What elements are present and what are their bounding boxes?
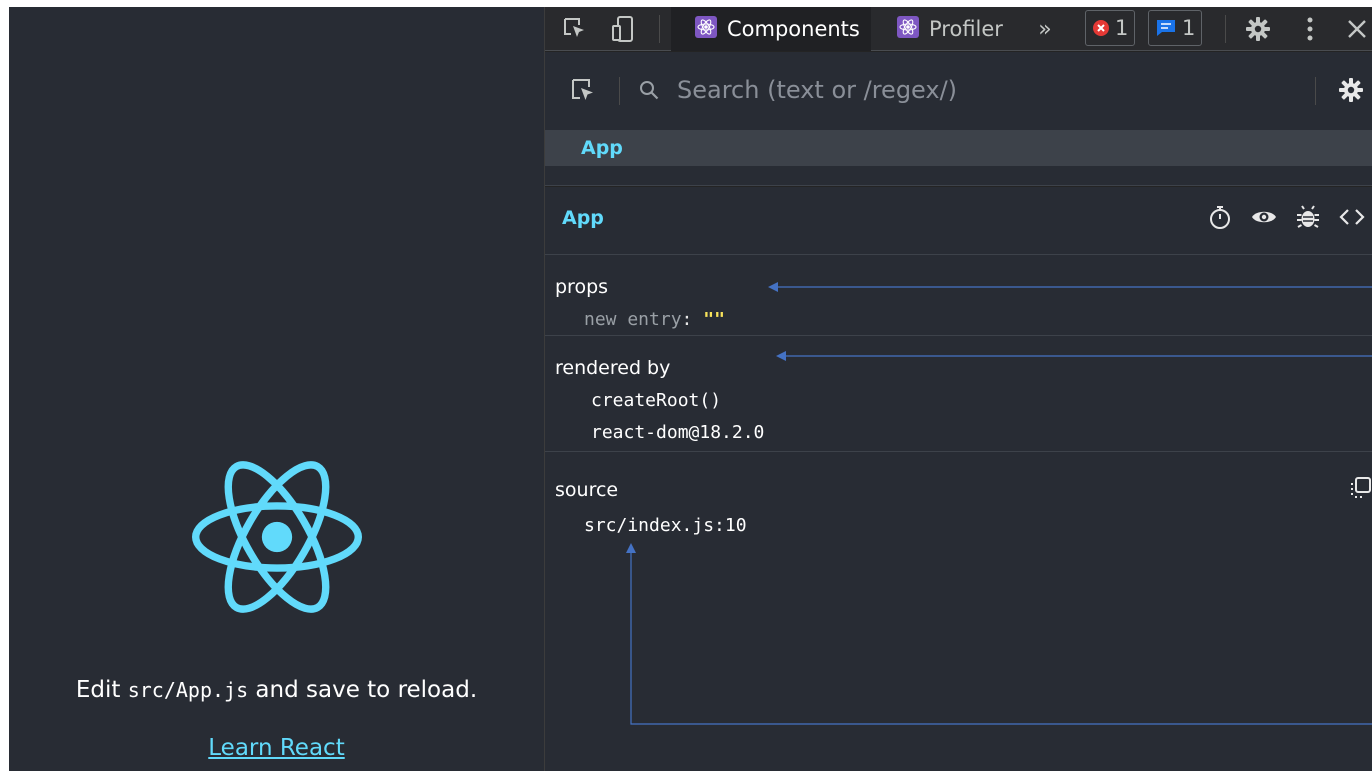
props-title: props <box>555 276 609 298</box>
inspect-element-icon[interactable] <box>559 13 591 45</box>
more-tabs-icon[interactable]: » <box>1029 13 1061 45</box>
react-logo-icon <box>192 461 362 613</box>
source-location[interactable]: src/index.js:10 <box>584 515 747 536</box>
learn-react-link[interactable]: Learn React <box>9 735 544 761</box>
edit-prefix: Edit <box>75 677 128 703</box>
message-count: 1 <box>1182 16 1196 40</box>
search-icon <box>633 74 665 106</box>
device-toggle-icon[interactable] <box>607 13 639 45</box>
close-icon[interactable] <box>1341 13 1372 45</box>
more-options-icon[interactable] <box>1294 13 1326 45</box>
edit-suffix: and save to reload. <box>248 677 478 703</box>
devtools-tabbar: Components Profiler » 1 1 <box>545 7 1372 51</box>
props-section: props new entry: "" <box>545 256 1372 336</box>
source-section: source src/index.js:10 <box>545 453 1372 573</box>
copy-icon[interactable] <box>1347 475 1372 505</box>
search-input[interactable] <box>677 70 1277 110</box>
rendered-by-item[interactable]: createRoot() <box>591 390 721 411</box>
tab-profiler[interactable]: Profiler <box>897 7 1003 51</box>
tab-components[interactable]: Components <box>671 7 871 51</box>
toolbar-divider <box>619 77 620 105</box>
react-icon <box>897 15 919 43</box>
error-badge[interactable]: 1 <box>1085 10 1136 46</box>
message-icon <box>1157 20 1175 36</box>
new-prop-entry[interactable]: new entry: "" <box>584 309 725 330</box>
tab-profiler-label: Profiler <box>929 17 1003 41</box>
react-icon <box>695 15 717 43</box>
settings-gear-icon[interactable] <box>1242 13 1274 45</box>
rendered-by-item[interactable]: react-dom@18.2.0 <box>591 422 764 443</box>
error-count: 1 <box>1115 16 1129 40</box>
suspend-timer-icon[interactable] <box>1204 201 1236 233</box>
error-icon <box>1093 20 1109 36</box>
rendered-by-section: rendered by createRoot() react-dom@18.2.… <box>545 337 1372 452</box>
edit-instructions: Edit src/App.js and save to reload. <box>9 677 544 703</box>
component-inspector: App props new entry: "" rendered by crea… <box>545 187 1372 771</box>
toolbar-divider <box>1315 77 1316 105</box>
components-toolbar <box>545 52 1372 131</box>
inspector-actions <box>1204 201 1368 233</box>
select-element-icon[interactable] <box>567 74 599 106</box>
prop-value: "" <box>703 309 725 330</box>
toolbar-divider <box>659 15 660 43</box>
component-tree: App <box>545 131 1372 186</box>
prop-key: new entry <box>584 309 682 330</box>
tree-item-app[interactable]: App <box>545 131 1372 166</box>
devtools-panel: Components Profiler » 1 1 Search (text o… <box>544 7 1372 771</box>
inspector-header: App <box>545 187 1372 255</box>
tab-components-label: Components <box>727 17 860 41</box>
bug-icon[interactable] <box>1292 201 1324 233</box>
edit-file-code: src/App.js <box>127 678 249 702</box>
eye-icon[interactable] <box>1248 201 1280 233</box>
inspected-component-name: App <box>562 207 604 229</box>
toolbar-divider <box>1225 15 1226 43</box>
app-preview: Edit src/App.js and save to reload. Lear… <box>9 7 544 771</box>
view-source-icon[interactable] <box>1336 201 1368 233</box>
message-badge[interactable]: 1 <box>1148 10 1203 46</box>
source-title: source <box>555 479 619 501</box>
rendered-by-title: rendered by <box>555 357 671 379</box>
settings-gear-icon[interactable] <box>1335 74 1367 106</box>
